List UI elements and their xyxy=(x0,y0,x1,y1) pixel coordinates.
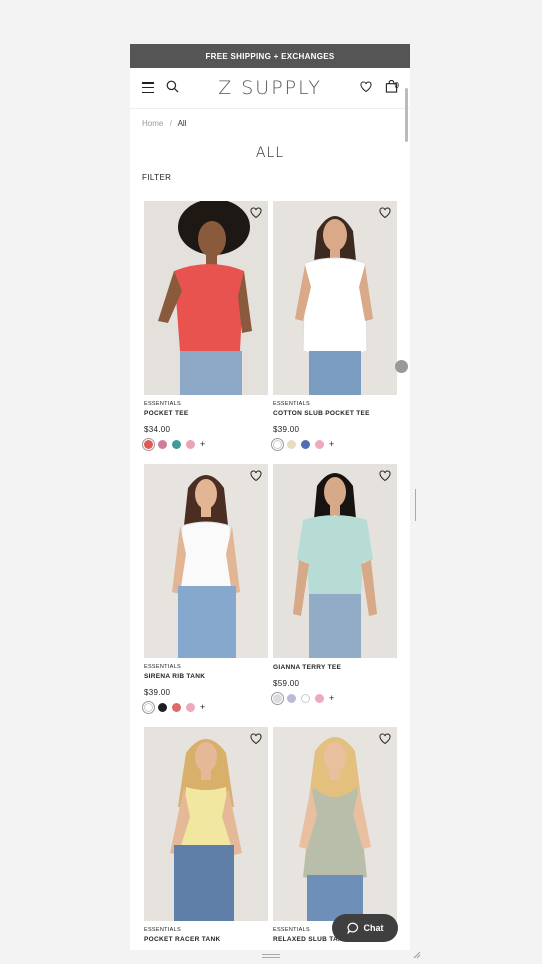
product-card[interactable]: GIANNA TERRY TEE $59.00 + xyxy=(271,464,397,717)
product-price: $59.00 xyxy=(273,679,300,688)
breadcrumb-home[interactable]: Home xyxy=(142,119,163,128)
breadcrumb-current: All xyxy=(177,119,187,128)
color-swatch[interactable] xyxy=(301,694,310,703)
page-title: ALL xyxy=(255,145,285,161)
color-swatch[interactable] xyxy=(186,703,195,712)
product-image[interactable] xyxy=(144,727,268,921)
color-swatch[interactable] xyxy=(287,440,296,449)
more-colors-button[interactable]: + xyxy=(200,440,205,449)
product-image[interactable] xyxy=(273,201,397,395)
product-card[interactable]: ESSENTIALS SIRENA RIB TANK $39.00 + xyxy=(142,464,268,717)
more-colors-button[interactable]: + xyxy=(329,440,334,449)
product-category: ESSENTIALS xyxy=(144,927,181,933)
chat-bubble-icon xyxy=(346,922,358,934)
heart-icon[interactable] xyxy=(379,207,391,219)
product-name[interactable]: POCKET RACER TANK xyxy=(144,936,268,943)
filter-button[interactable]: FILTER xyxy=(130,161,410,182)
product-image[interactable] xyxy=(144,464,268,658)
color-swatch[interactable] xyxy=(142,438,155,451)
site-header: Z SUPPLY 0 xyxy=(130,68,410,109)
announcement-text: FREE SHIPPING + EXCHANGES xyxy=(205,51,335,61)
product-price: $34.00 xyxy=(144,425,171,434)
bag-count: 0 xyxy=(394,81,399,90)
color-swatch[interactable] xyxy=(287,694,296,703)
product-name[interactable]: GIANNA TERRY TEE xyxy=(273,664,397,671)
heart-icon[interactable] xyxy=(360,81,372,93)
color-swatch[interactable] xyxy=(315,694,324,703)
color-swatch[interactable] xyxy=(271,692,284,705)
breadcrumb: Home / All xyxy=(130,109,410,135)
announcement-bar[interactable]: FREE SHIPPING + EXCHANGES xyxy=(130,44,410,68)
color-swatch[interactable] xyxy=(172,440,181,449)
color-swatches: + xyxy=(142,438,268,451)
product-image[interactable] xyxy=(273,464,397,658)
bottom-resize-handle[interactable] xyxy=(262,954,280,959)
side-resize-handle[interactable] xyxy=(415,489,419,521)
color-swatch[interactable] xyxy=(142,701,155,714)
product-category: ESSENTIALS xyxy=(273,401,310,407)
product-name[interactable]: COTTON SLUB POCKET TEE xyxy=(273,410,397,417)
color-swatches: + xyxy=(271,692,397,705)
chat-label: Chat xyxy=(363,923,384,933)
color-swatches: + xyxy=(271,438,397,451)
scrollbar-thumb[interactable] xyxy=(405,88,408,142)
mobile-viewport: FREE SHIPPING + EXCHANGES Z SUPPLY 0 Hom… xyxy=(130,44,410,950)
product-card[interactable]: ESSENTIALS POCKET TEE $34.00 + xyxy=(142,201,268,454)
product-grid: ESSENTIALS POCKET TEE $34.00 + ESSENTIAL… xyxy=(142,201,398,950)
corner-resize-icon[interactable] xyxy=(413,951,421,959)
color-swatch[interactable] xyxy=(186,440,195,449)
product-image[interactable] xyxy=(144,201,268,395)
color-swatch[interactable] xyxy=(271,438,284,451)
product-image[interactable] xyxy=(273,727,397,921)
heart-icon[interactable] xyxy=(250,733,262,745)
heart-icon[interactable] xyxy=(379,733,391,745)
color-swatch[interactable] xyxy=(301,440,310,449)
heart-icon[interactable] xyxy=(250,470,262,482)
product-name[interactable]: SIRENA RIB TANK xyxy=(144,673,268,680)
heart-icon[interactable] xyxy=(250,207,262,219)
color-swatch[interactable] xyxy=(315,440,324,449)
touch-cursor-indicator xyxy=(395,360,408,373)
more-colors-button[interactable]: + xyxy=(329,694,334,703)
product-card[interactable]: ESSENTIALS POCKET RACER TANK xyxy=(144,727,268,950)
color-swatch[interactable] xyxy=(158,440,167,449)
product-price: $39.00 xyxy=(273,425,300,434)
more-colors-button[interactable]: + xyxy=(200,703,205,712)
product-name[interactable]: POCKET TEE xyxy=(144,410,268,417)
color-swatches: + xyxy=(142,701,268,714)
breadcrumb-separator: / xyxy=(169,119,172,128)
product-category: ESSENTIALS xyxy=(144,664,181,670)
product-card[interactable]: ESSENTIALS COTTON SLUB POCKET TEE $39.00… xyxy=(271,201,397,454)
heart-icon[interactable] xyxy=(379,470,391,482)
color-swatch[interactable] xyxy=(158,703,167,712)
product-price: $39.00 xyxy=(144,688,171,697)
product-category: ESSENTIALS xyxy=(144,401,181,407)
color-swatch[interactable] xyxy=(172,703,181,712)
chat-button[interactable]: Chat xyxy=(332,914,398,942)
